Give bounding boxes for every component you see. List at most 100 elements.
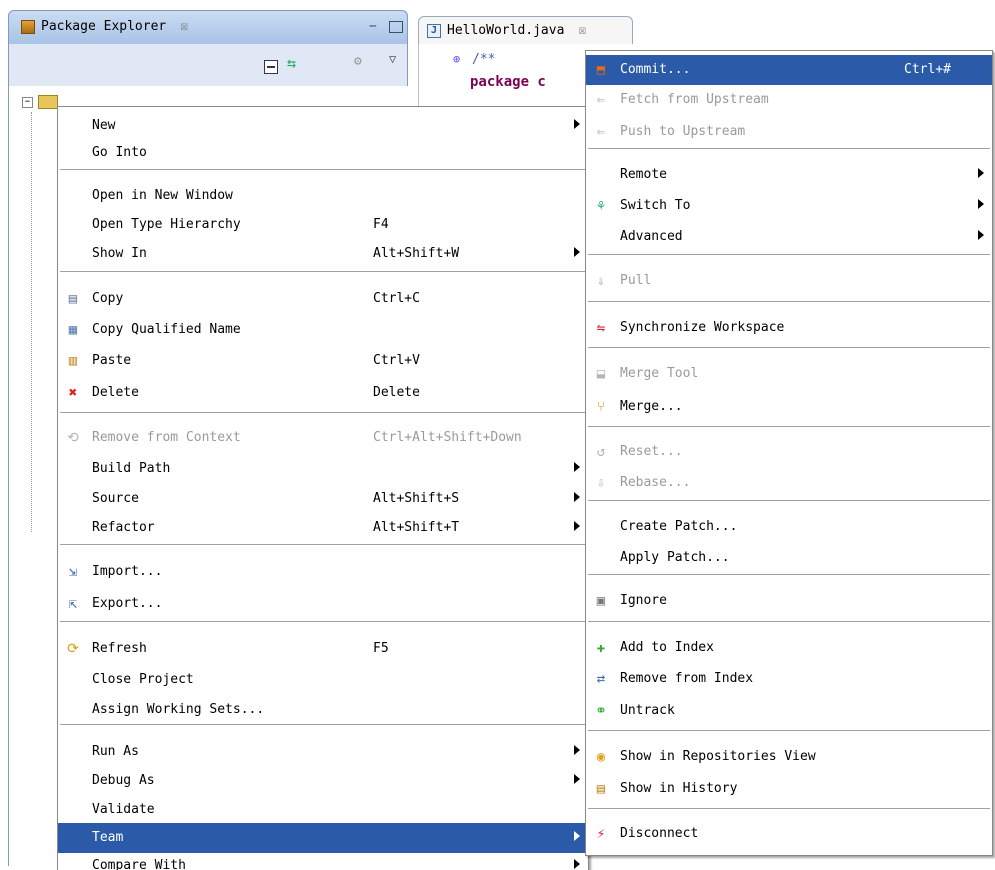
refresh-icon: ⟳ [67,641,79,657]
context-menu-item-build-path[interactable]: Build Path [58,454,588,484]
team-menu-item-create-patch[interactable]: Create Patch... [586,512,992,542]
maximize-icon[interactable] [389,21,403,33]
context-menu-item-shortcut: Alt+Shift+S [373,491,460,506]
merge-icon: ⑂ [596,399,606,415]
context-menu-item-copy-qualified-name[interactable]: ▦ Copy Qualified Name [58,315,588,345]
team-menu-item-merge[interactable]: ⑂ Merge... [586,392,992,422]
java-file-icon: J [427,23,441,38]
team-menu-item-remove-from-index[interactable]: ⇄ Remove from Index [586,664,992,694]
remove-index-icon: ⇄ [596,671,606,687]
pull-icon: ⇓ [596,273,606,289]
close-icon[interactable]: ☒ [578,23,586,38]
context-menu-item-go-into[interactable]: Go Into [58,138,588,168]
team-menu-item-label: Commit... [620,62,691,77]
context-menu-item-label: Show In [92,246,147,261]
submenu-arrow-icon [574,119,580,129]
context-menu-item-compare-with[interactable]: Compare With [58,851,588,870]
switch-branch-icon: ⚘ [596,198,606,214]
menu-separator [60,724,586,726]
menu-separator [60,412,586,414]
fold-expand-icon[interactable]: ⊕ [453,52,460,66]
team-menu-item-label: Show in History [620,781,738,796]
team-menu-item-advanced[interactable]: Advanced [586,222,992,252]
context-menu-item-refactor[interactable]: Refactor Alt+Shift+T [58,513,588,543]
context-menu-item-team[interactable]: Team [58,823,588,853]
repositories-icon: ◉ [596,749,606,765]
context-menu-item-refresh[interactable]: ⟳ Refresh F5 [58,634,588,664]
team-menu-item-remote[interactable]: Remote [586,160,992,190]
team-menu-item-switch-to[interactable]: ⚘ Switch To [586,191,992,221]
context-menu-item-close-project[interactable]: Close Project [58,665,588,695]
context-menu-item-show-in[interactable]: Show In Alt+Shift+W [58,239,588,269]
context-menu-item-shortcut: Alt+Shift+T [373,520,460,535]
context-menu-item-assign-working-sets[interactable]: Assign Working Sets... [58,695,588,725]
menu-separator [588,730,990,732]
submenu-arrow-icon [574,859,580,869]
context-menu-item-delete[interactable]: ✖ Delete Delete [58,378,588,408]
context-menu-item-export[interactable]: ⇱ Export... [58,589,588,619]
team-menu-item-label: Disconnect [620,826,699,841]
context-menu-item-import[interactable]: ⇲ Import... [58,557,588,587]
team-menu-item-ignore[interactable]: ▣ Ignore [586,586,992,616]
menu-separator [60,271,586,273]
context-menu-item-validate[interactable]: Validate [58,795,588,825]
editor-tab-helloworld[interactable]: J HelloWorld.java ☒ [418,16,633,44]
context-menu-item-copy[interactable]: ▤ Copy Ctrl+C [58,284,588,314]
merge-tool-icon: ⬓ [596,366,606,382]
context-menu-item-label: Refresh [92,641,147,656]
tree-collapse-toggle[interactable]: − [22,97,33,108]
context-menu-item-shortcut: F4 [373,217,389,232]
filter-icon[interactable]: ⚙ [354,54,362,69]
context-menu-item-paste[interactable]: ▥ Paste Ctrl+V [58,346,588,376]
link-with-editor-icon[interactable]: ⇆ [287,54,296,72]
context-menu-item-shortcut: Alt+Shift+W [373,246,460,261]
package-explorer-tab[interactable]: Package Explorer ☒ − [8,10,408,44]
context-menu-item-run-as[interactable]: Run As [58,737,588,767]
team-menu-item-disconnect[interactable]: ⚡ Disconnect [586,819,992,849]
fetch-icon: ⇐ [596,92,606,108]
team-menu-item-label: Add to Index [620,640,714,655]
collapse-all-icon[interactable] [264,60,278,74]
context-menu-item-source[interactable]: Source Alt+Shift+S [58,484,588,514]
context-menu-item-debug-as[interactable]: Debug As [58,766,588,796]
minimize-icon[interactable]: − [369,19,377,34]
project-folder-icon[interactable] [38,95,58,109]
add-index-icon: ✚ [596,640,606,656]
team-menu-item-label: Fetch from Upstream [620,92,769,107]
submenu-arrow-icon [978,199,984,209]
team-menu-item-untrack[interactable]: ⚭ Untrack [586,696,992,726]
team-menu-item-add-to-index[interactable]: ✚ Add to Index [586,633,992,663]
menu-separator [588,808,990,810]
team-menu-item-label: Ignore [620,593,667,608]
view-menu-icon[interactable]: ▽ [389,52,396,66]
import-icon: ⇲ [68,564,78,580]
team-menu-item-push-to-upstream: ⇐ Push to Upstream [586,117,992,147]
team-menu-item-synchronize-workspace[interactable]: ⇋ Synchronize Workspace [586,313,992,343]
context-menu-item-new[interactable]: New [58,111,588,141]
team-menu-item-fetch-from-upstream: ⇐ Fetch from Upstream [586,85,992,115]
team-menu-item-label: Push to Upstream [620,124,746,139]
team-menu-item-label: Merge... [620,399,683,414]
context-menu-item-label: Import... [92,564,163,579]
context-menu: New Go Into Open in New Window Open Type Hi… [57,106,589,870]
team-menu-item-commit[interactable]: ⬒ Commit... Ctrl+# [586,55,992,85]
code-package-line: package c [470,74,546,90]
context-menu-item-label: Assign Working Sets... [92,702,265,717]
submenu-arrow-icon [574,774,580,784]
context-menu-item-open-in-new-window[interactable]: Open in New Window [58,181,588,211]
team-menu-item-apply-patch[interactable]: Apply Patch... [586,543,992,573]
context-menu-item-shortcut: F5 [373,641,389,656]
menu-separator [60,544,586,546]
menu-separator [588,621,990,623]
context-menu-item-open-type-hierarchy[interactable]: Open Type Hierarchy F4 [58,210,588,240]
team-menu-item-show-in-history[interactable]: ▤ Show in History [586,774,992,804]
team-menu-item-shortcut: Ctrl+# [904,62,951,77]
close-icon[interactable]: ☒ [180,19,188,34]
team-menu-item-show-in-repositories-view[interactable]: ◉ Show in Repositories View [586,742,992,772]
context-menu-item-shortcut: Delete [373,385,420,400]
submenu-arrow-icon [574,745,580,755]
context-menu-item-shortcut: Ctrl+Alt+Shift+Down [373,430,522,445]
team-menu-item-label: Untrack [620,703,675,718]
rebase-icon: ⇩ [596,475,606,491]
team-menu-item-label: Apply Patch... [620,550,730,565]
